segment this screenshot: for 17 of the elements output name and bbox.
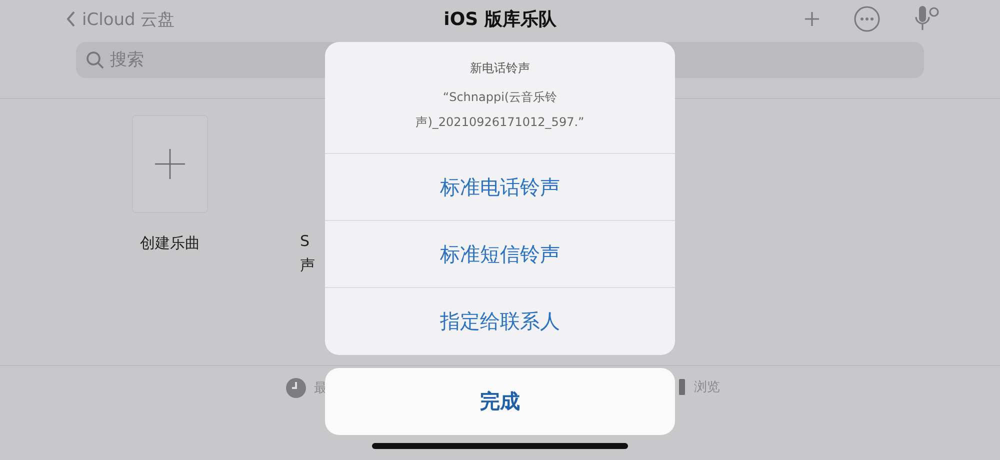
add-button[interactable] <box>804 11 820 27</box>
sheet-message: “Schnappi(云音乐铃 声)_20210926171012_597.” <box>416 89 584 131</box>
done-button[interactable]: 完成 <box>325 368 675 435</box>
sheet-action[interactable]: 标准短信铃声 <box>325 221 675 288</box>
more-button[interactable] <box>854 6 880 32</box>
nav-title: iOS 版库乐队 <box>444 8 556 31</box>
file-label: S 声 <box>300 231 315 276</box>
sheet-title: 新电话铃声 <box>470 60 530 77</box>
clock-icon <box>286 378 306 398</box>
file-label: 创建乐曲 <box>140 233 200 254</box>
search-icon <box>86 51 104 69</box>
back-button[interactable]: iCloud 云盘 <box>66 8 175 30</box>
plus-icon <box>155 149 185 179</box>
chevron-icon <box>66 11 76 27</box>
create-song-tile[interactable] <box>132 115 208 213</box>
sheet-action[interactable]: 指定给联系人 <box>325 288 675 355</box>
sheet-action[interactable]: 标准电话铃声 <box>325 154 675 221</box>
